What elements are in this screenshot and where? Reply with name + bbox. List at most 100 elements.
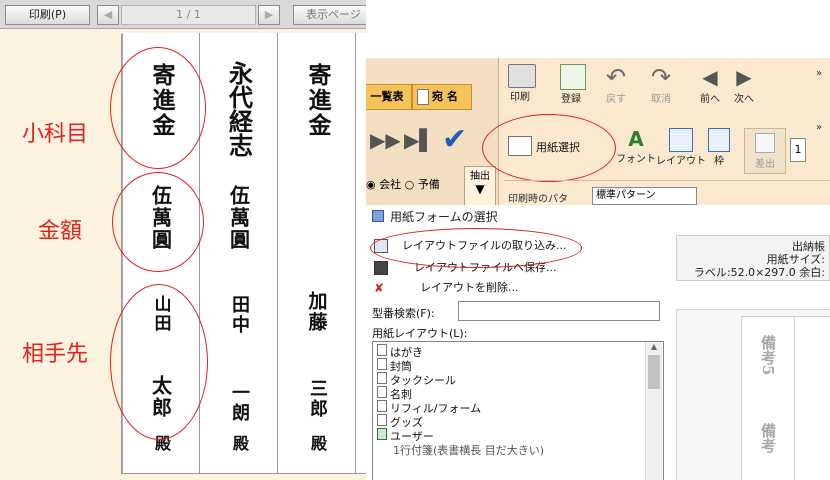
layout-button[interactable]: レイアウト xyxy=(656,128,706,167)
undo-button[interactable]: ↶ 戻す xyxy=(606,64,626,105)
preview-divider xyxy=(794,317,795,480)
prev-button[interactable]: ◀ 前へ xyxy=(700,64,720,105)
fast-forward-icon[interactable]: ▶▶ xyxy=(370,128,401,152)
tab-address[interactable]: 宛 名 xyxy=(412,84,472,110)
info-line-2: 用紙サイズ: xyxy=(766,253,825,266)
register-icon xyxy=(560,64,586,90)
print-pattern-select[interactable]: 標準パターン xyxy=(592,187,697,205)
preview-text-2: 備考 xyxy=(759,423,777,453)
font-icon: A xyxy=(628,127,644,151)
column-2-amount: 伍萬圓 xyxy=(226,185,251,251)
font-button[interactable]: A フォント xyxy=(616,128,656,165)
info-line-3: ラベル:52.0×297.0 余白: xyxy=(693,266,825,279)
redo-label: 取消 xyxy=(651,94,672,105)
page-number-field[interactable]: 1 xyxy=(790,138,806,162)
delete-layout-label: レイアウトを削除... xyxy=(420,281,519,294)
extract-label: 抽出 xyxy=(470,171,490,182)
redo-button[interactable]: ↷ 取消 xyxy=(651,64,671,105)
refill-icon xyxy=(377,400,387,412)
list-scrollbar[interactable]: ▲ xyxy=(645,342,662,480)
column-2-suffix: 殿 xyxy=(230,435,249,453)
column-3-suffix: 殿 xyxy=(308,435,327,453)
insert-label: 差出 xyxy=(755,159,775,170)
user-layout-icon xyxy=(377,428,387,440)
print-pattern-label: 印刷時のパタ xyxy=(508,194,568,205)
radio-group: ◉ 会社 ○ 予備 xyxy=(366,176,440,192)
view-page-button[interactable]: 表示ページ xyxy=(293,5,366,25)
card-icon xyxy=(377,386,387,398)
dialog-app-icon xyxy=(372,210,384,222)
layout-icon xyxy=(669,128,693,152)
column-2-item: 永代経志 xyxy=(224,61,254,157)
scrollbar-up-icon[interactable]: ▲ xyxy=(646,342,662,351)
next-page-button[interactable]: ▶ xyxy=(258,5,280,25)
frame-label: 枠 xyxy=(714,156,724,167)
paper-layout-list[interactable]: はがき 封筒 タックシール 名刺 リフィル/フォーム グッズ ユーザー 1行付箋… xyxy=(372,341,664,480)
radio-company-label: 会社 xyxy=(379,178,402,191)
next-button[interactable]: ▶ 次へ xyxy=(734,64,754,105)
undo-icon: ↶ xyxy=(606,63,627,91)
dialog-titlebar: 用紙フォームの選択 xyxy=(366,205,830,227)
paper-layout-label: 用紙レイアウト(L): xyxy=(372,327,468,340)
ribbon-toolbar: 一覧表 宛 名 ▶▶ ▶▌ ✔ ◉ 会社 ○ 予備 抽出 ▼ 印刷 登録 ↶ 戻… xyxy=(366,58,830,208)
paper-form-dialog: 用紙フォームの選択 レイアウトファイルの取り込み... レイアウトファイルへ保存… xyxy=(366,205,830,480)
annotation-amount: 金額 xyxy=(38,219,83,244)
register-button[interactable]: 登録 xyxy=(556,64,586,105)
font-label: フォント xyxy=(616,154,656,165)
triangle-left-icon: ◀ xyxy=(103,8,113,21)
ribbon-more-icon[interactable]: » xyxy=(816,68,822,79)
radio-spare[interactable]: ○ 予備 xyxy=(405,178,440,191)
list-item[interactable]: 1行付箋(表書横長 目だ大きい) xyxy=(393,442,544,458)
check-icon[interactable]: ✔ xyxy=(442,122,467,157)
dialog-title: 用紙フォームの選択 xyxy=(390,210,498,224)
print-button[interactable]: 印刷(P) xyxy=(5,5,90,25)
print-pattern-row: 印刷時のパタ 標準パターン xyxy=(504,180,830,208)
delete-layout-item[interactable]: ✘ レイアウトを削除... xyxy=(374,279,519,295)
postcard-icon xyxy=(377,344,387,356)
radio-spare-label: 予備 xyxy=(417,178,440,191)
column-3-item: 寄進金 xyxy=(304,63,331,138)
register-label: 登録 xyxy=(561,94,581,105)
column-3-name1: 加藤 xyxy=(305,291,328,333)
annotation-sub-item: 小科目 xyxy=(22,122,89,147)
insert-button[interactable]: 差出 xyxy=(744,128,786,174)
next-label: 次へ xyxy=(734,94,754,105)
triangle-left-icon: ◀ xyxy=(702,65,718,89)
column-2-name1: 田中 xyxy=(229,295,250,335)
column-3-name2: 三郎 xyxy=(307,379,328,419)
scrollbar-thumb[interactable] xyxy=(648,355,660,389)
redo-icon: ↷ xyxy=(651,63,672,91)
preview-text-1: 備考5 xyxy=(759,335,777,376)
insert-icon xyxy=(755,133,775,153)
column-2-name2: 一朗 xyxy=(229,383,250,423)
filter-icon: ▼ xyxy=(475,182,485,196)
model-search-input[interactable] xyxy=(458,301,660,321)
print-label: 印刷 xyxy=(510,92,530,103)
label-column-2: 永代経志 伍萬圓 田中 一朗 殿 xyxy=(201,33,278,473)
page-indicator: 1 / 1 xyxy=(121,5,256,25)
save-icon xyxy=(374,261,388,275)
radio-company[interactable]: ◉ 会社 xyxy=(366,178,401,191)
frame-button[interactable]: 枠 xyxy=(708,128,730,167)
extract-button[interactable]: 抽出 ▼ xyxy=(464,166,496,206)
highlight-oval-paper-select xyxy=(482,114,616,182)
highlight-oval-item xyxy=(110,47,206,169)
envelope-icon xyxy=(377,358,387,370)
printer-icon xyxy=(508,64,536,88)
prev-label: 前へ xyxy=(700,94,720,105)
triangle-right-icon: ▶ xyxy=(736,65,752,89)
label-column-3: 寄進金 加藤 三郎 殿 xyxy=(279,33,356,473)
tack-seal-icon xyxy=(377,372,387,384)
print-button-ribbon[interactable]: 印刷 xyxy=(504,64,536,103)
ribbon-more-icon-2[interactable]: » xyxy=(816,122,822,133)
highlight-oval-amount xyxy=(112,172,204,272)
frame-icon xyxy=(708,128,730,152)
layout-label: レイアウト xyxy=(656,156,706,167)
tab-address-label: 宛 名 xyxy=(432,90,458,103)
triangle-right-icon: ▶ xyxy=(264,8,274,21)
tab-list[interactable]: 一覧表 xyxy=(366,84,412,110)
prev-page-button[interactable]: ◀ xyxy=(97,5,119,25)
print-preview-panel: 印刷(P) ◀ 1 / 1 ▶ 表示ページ 寄進金 伍萬圓 山田 太郎 殿 永代… xyxy=(0,0,366,480)
skip-end-icon[interactable]: ▶▌ xyxy=(404,128,435,152)
model-search-label: 型番検索(F): xyxy=(372,307,435,320)
